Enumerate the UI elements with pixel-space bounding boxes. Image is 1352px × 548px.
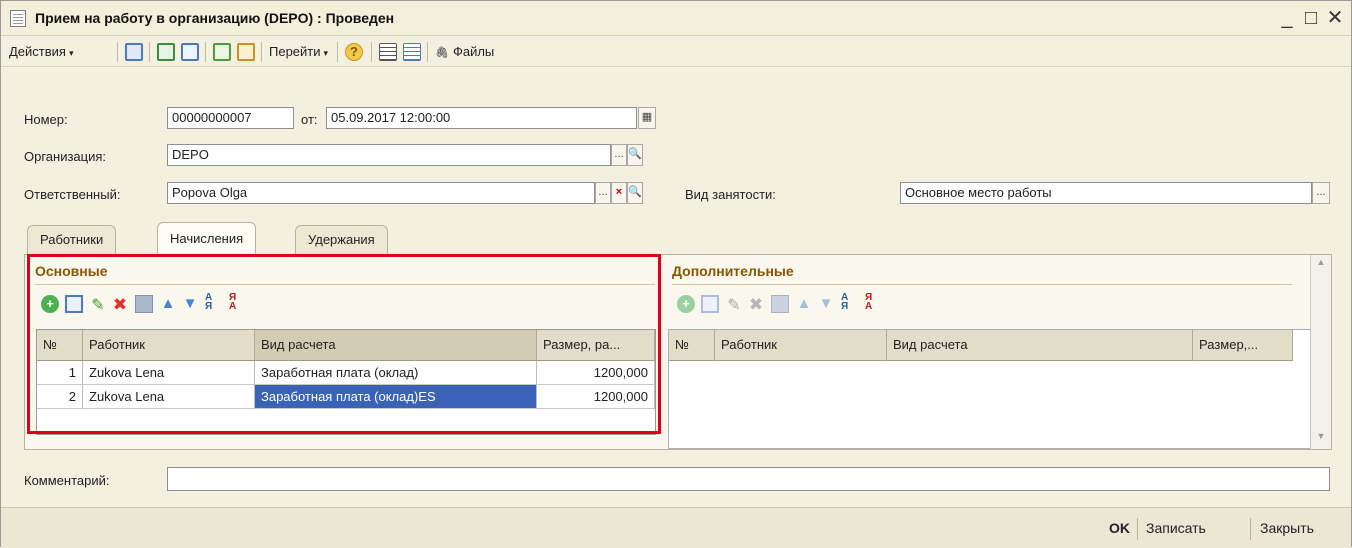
ok-button[interactable]: OK [1109,520,1130,536]
maximize-button[interactable]: □ [1299,6,1323,30]
organization-label: Организация: [24,149,107,164]
move-up-icon[interactable]: ▲ [795,295,813,313]
files-button[interactable]: 🖇 Файлы [435,44,494,59]
tab-accruals[interactable]: Начисления [157,222,257,255]
paperclip-icon: 🖇 [435,47,449,59]
document-icon [10,10,26,27]
column-header-number[interactable]: № [669,330,715,361]
toolbar: Действия ▾ Перейти ▾ ? 🖇 Файлы [1,37,1351,67]
unpost-icon[interactable] [237,43,255,61]
highlight-frame [27,254,661,434]
employment-type-label: Вид занятости: [685,187,776,202]
settings-list-icon[interactable] [403,43,421,61]
number-label: Номер: [24,112,68,127]
responsible-clear-icon[interactable]: × [611,182,627,204]
move-down-icon[interactable]: ▼ [817,295,835,313]
post-and-close-icon[interactable] [125,43,143,61]
extra-accruals-table: № Работник Вид расчета Размер,... [668,329,1330,449]
column-header-employee[interactable]: Работник [715,330,887,361]
comment-field[interactable] [167,467,1330,491]
date-field[interactable]: 05.09.2017 12:00:00 [326,107,637,129]
sort-descending-icon[interactable]: ЯA [865,293,883,312]
sort-ascending-icon[interactable]: AЯ [841,293,859,312]
document-window: Прием на работу в организацию (DEPO) : П… [0,0,1352,548]
scroll-up-icon[interactable]: ▲ [1311,257,1331,273]
column-header-amount[interactable]: Размер,... [1193,330,1293,361]
add-row-icon[interactable]: + [677,295,695,313]
copy-row-icon[interactable] [701,295,719,313]
refresh-icon[interactable] [157,43,175,61]
actions-menu-button[interactable]: Действия ▾ [9,44,74,59]
panel-scrollbar[interactable]: ▲ ▼ [1310,255,1331,449]
edit-row-icon[interactable]: ✎ [725,295,743,314]
responsible-field[interactable]: Popova Olga [167,182,595,204]
extra-section-title: Дополнительные [672,263,794,279]
copy-document-icon[interactable] [181,43,199,61]
close-window-button[interactable]: ✕ [1323,6,1347,30]
calendar-icon[interactable]: ▦ [638,107,656,129]
close-button[interactable]: Закрыть [1260,520,1314,536]
comment-label: Комментарий: [24,473,110,488]
tab-employees[interactable]: Работники [27,225,117,254]
end-edit-icon[interactable] [771,295,789,313]
organization-select-button[interactable]: ... [611,144,627,166]
list-structure-icon[interactable] [379,43,397,61]
responsible-search-icon[interactable]: 🔍 [627,182,643,204]
number-field[interactable]: 00000000007 [167,107,294,129]
title-bar: Прием на работу в организацию (DEPO) : П… [1,1,1351,36]
column-header-calc-type[interactable]: Вид расчета [887,330,1193,361]
delete-row-icon[interactable]: ✖ [747,295,765,314]
date-label: от: [301,112,318,127]
employment-type-field[interactable]: Основное место работы [900,182,1312,204]
organization-field[interactable]: DEPO [167,144,611,166]
save-button[interactable]: Записать [1146,520,1206,536]
organization-search-icon[interactable]: 🔍 [627,144,643,166]
employment-type-select-button[interactable]: ... [1312,182,1330,204]
minimize-button[interactable]: _ [1275,6,1299,30]
goto-menu-button[interactable]: Перейти ▾ [269,44,328,59]
responsible-label: Ответственный: [24,187,121,202]
window-title: Прием на работу в организацию (DEPO) : П… [35,10,395,26]
responsible-select-button[interactable]: ... [595,182,611,204]
bottom-bar: OK Записать Закрыть [1,507,1351,548]
post-icon[interactable] [213,43,231,61]
scroll-down-icon[interactable]: ▼ [1311,431,1331,447]
tab-deductions[interactable]: Удержания [295,225,388,254]
help-icon[interactable]: ? [345,43,363,61]
